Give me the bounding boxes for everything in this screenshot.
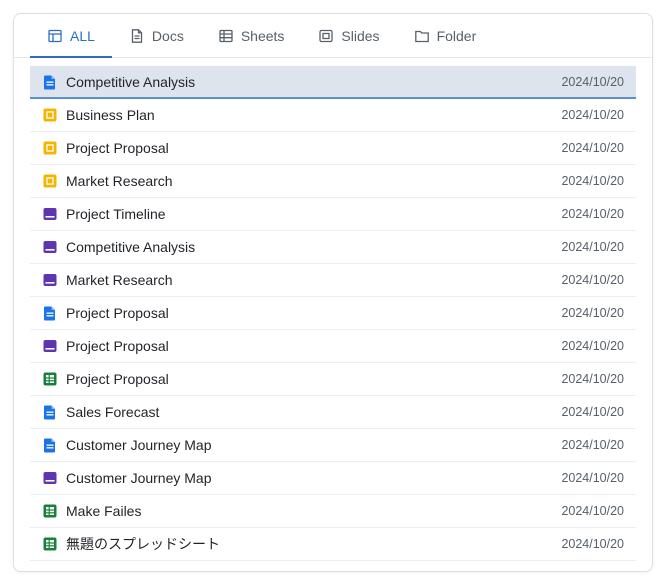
doc-file-icon: [42, 305, 58, 321]
file-name: Competitive Analysis: [66, 239, 196, 255]
file-browser-card: ALL Docs Sheets Slides Folder Competitive An…: [13, 13, 653, 572]
sheet-icon: [218, 28, 234, 44]
file-row[interactable]: Project Proposal 2024/10/20: [30, 330, 636, 363]
file-date: 2024/10/20: [561, 537, 624, 551]
tab-label: Slides: [341, 27, 380, 44]
slides-file-icon: [42, 107, 58, 123]
file-name: 無題のスプレッドシート: [66, 536, 220, 552]
file-type-tabs: ALL Docs Sheets Slides Folder: [14, 14, 652, 58]
file-row[interactable]: Sales Forecast 2024/10/20: [30, 396, 636, 429]
layout-icon: [47, 28, 63, 44]
file-date: 2024/10/20: [561, 339, 624, 353]
file-date: 2024/10/20: [561, 471, 624, 485]
doc-file-icon: [42, 404, 58, 420]
file-row[interactable]: Project Proposal 2024/10/20: [30, 297, 636, 330]
file-date: 2024/10/20: [561, 207, 624, 221]
file-date: 2024/10/20: [561, 405, 624, 419]
spreadsheet-file-icon: [42, 503, 58, 519]
doc-file-icon: [42, 437, 58, 453]
presentation-file-icon: [42, 272, 58, 288]
doc-icon: [129, 28, 145, 44]
file-name: Sales Forecast: [66, 404, 160, 420]
file-name: Business Plan: [66, 107, 155, 123]
file-name: Competitive Analysis: [66, 73, 196, 90]
tab-label: ALL: [70, 27, 95, 44]
tab-all[interactable]: ALL: [30, 14, 112, 58]
file-date: 2024/10/20: [561, 372, 624, 386]
file-name: Customer Journey Map: [66, 470, 212, 486]
file-name: Market Research: [66, 272, 173, 288]
spreadsheet-file-icon: [42, 536, 58, 552]
file-row[interactable]: Customer Journey Map 2024/10/20: [30, 462, 636, 495]
file-row[interactable]: 無題のスプレッドシート 2024/10/20: [30, 528, 636, 561]
presentation-file-icon: [42, 206, 58, 222]
tab-label: Folder: [436, 27, 477, 44]
file-date: 2024/10/20: [561, 108, 624, 122]
tab-folder[interactable]: Folder: [397, 14, 494, 57]
file-row[interactable]: Market Research 2024/10/20: [30, 165, 636, 198]
file-row[interactable]: Project Proposal 2024/10/20: [30, 363, 636, 396]
file-date: 2024/10/20: [561, 74, 624, 89]
file-list: Competitive Analysis 2024/10/20 Business P…: [14, 58, 652, 561]
file-row[interactable]: Make Failes 2024/10/20: [30, 495, 636, 528]
presentation-file-icon: [42, 470, 58, 486]
file-name: Project Proposal: [66, 305, 169, 321]
file-row[interactable]: Project Timeline 2024/10/20: [30, 198, 636, 231]
tab-label: Docs: [151, 27, 184, 44]
tab-label: Sheets: [240, 27, 285, 44]
tab-slides[interactable]: Slides: [301, 14, 396, 57]
doc-file-icon: [42, 74, 58, 90]
folder-icon: [414, 28, 430, 44]
file-date: 2024/10/20: [561, 273, 624, 287]
file-row[interactable]: Business Plan 2024/10/20: [30, 99, 636, 132]
presentation-file-icon: [42, 239, 58, 255]
slides-file-icon: [42, 140, 58, 156]
file-row[interactable]: Competitive Analysis 2024/10/20: [30, 66, 636, 99]
presentation-file-icon: [42, 338, 58, 354]
file-row[interactable]: Competitive Analysis 2024/10/20: [30, 231, 636, 264]
file-row[interactable]: Customer Journey Map 2024/10/20: [30, 429, 636, 462]
file-name: Project Proposal: [66, 140, 169, 156]
file-name: Project Timeline: [66, 206, 166, 222]
tab-docs[interactable]: Docs: [112, 14, 201, 57]
slides-icon: [318, 28, 334, 44]
file-name: Market Research: [66, 173, 173, 189]
tab-sheets[interactable]: Sheets: [201, 14, 302, 57]
file-row[interactable]: Project Proposal 2024/10/20: [30, 132, 636, 165]
file-date: 2024/10/20: [561, 306, 624, 320]
file-name: Project Proposal: [66, 338, 169, 354]
file-date: 2024/10/20: [561, 504, 624, 518]
spreadsheet-file-icon: [42, 371, 58, 387]
file-date: 2024/10/20: [561, 141, 624, 155]
file-name: Customer Journey Map: [66, 437, 212, 453]
file-date: 2024/10/20: [561, 240, 624, 254]
file-date: 2024/10/20: [561, 174, 624, 188]
file-date: 2024/10/20: [561, 438, 624, 452]
file-name: Make Failes: [66, 503, 142, 519]
slides-file-icon: [42, 173, 58, 189]
file-row[interactable]: Market Research 2024/10/20: [30, 264, 636, 297]
file-name: Project Proposal: [66, 371, 169, 387]
